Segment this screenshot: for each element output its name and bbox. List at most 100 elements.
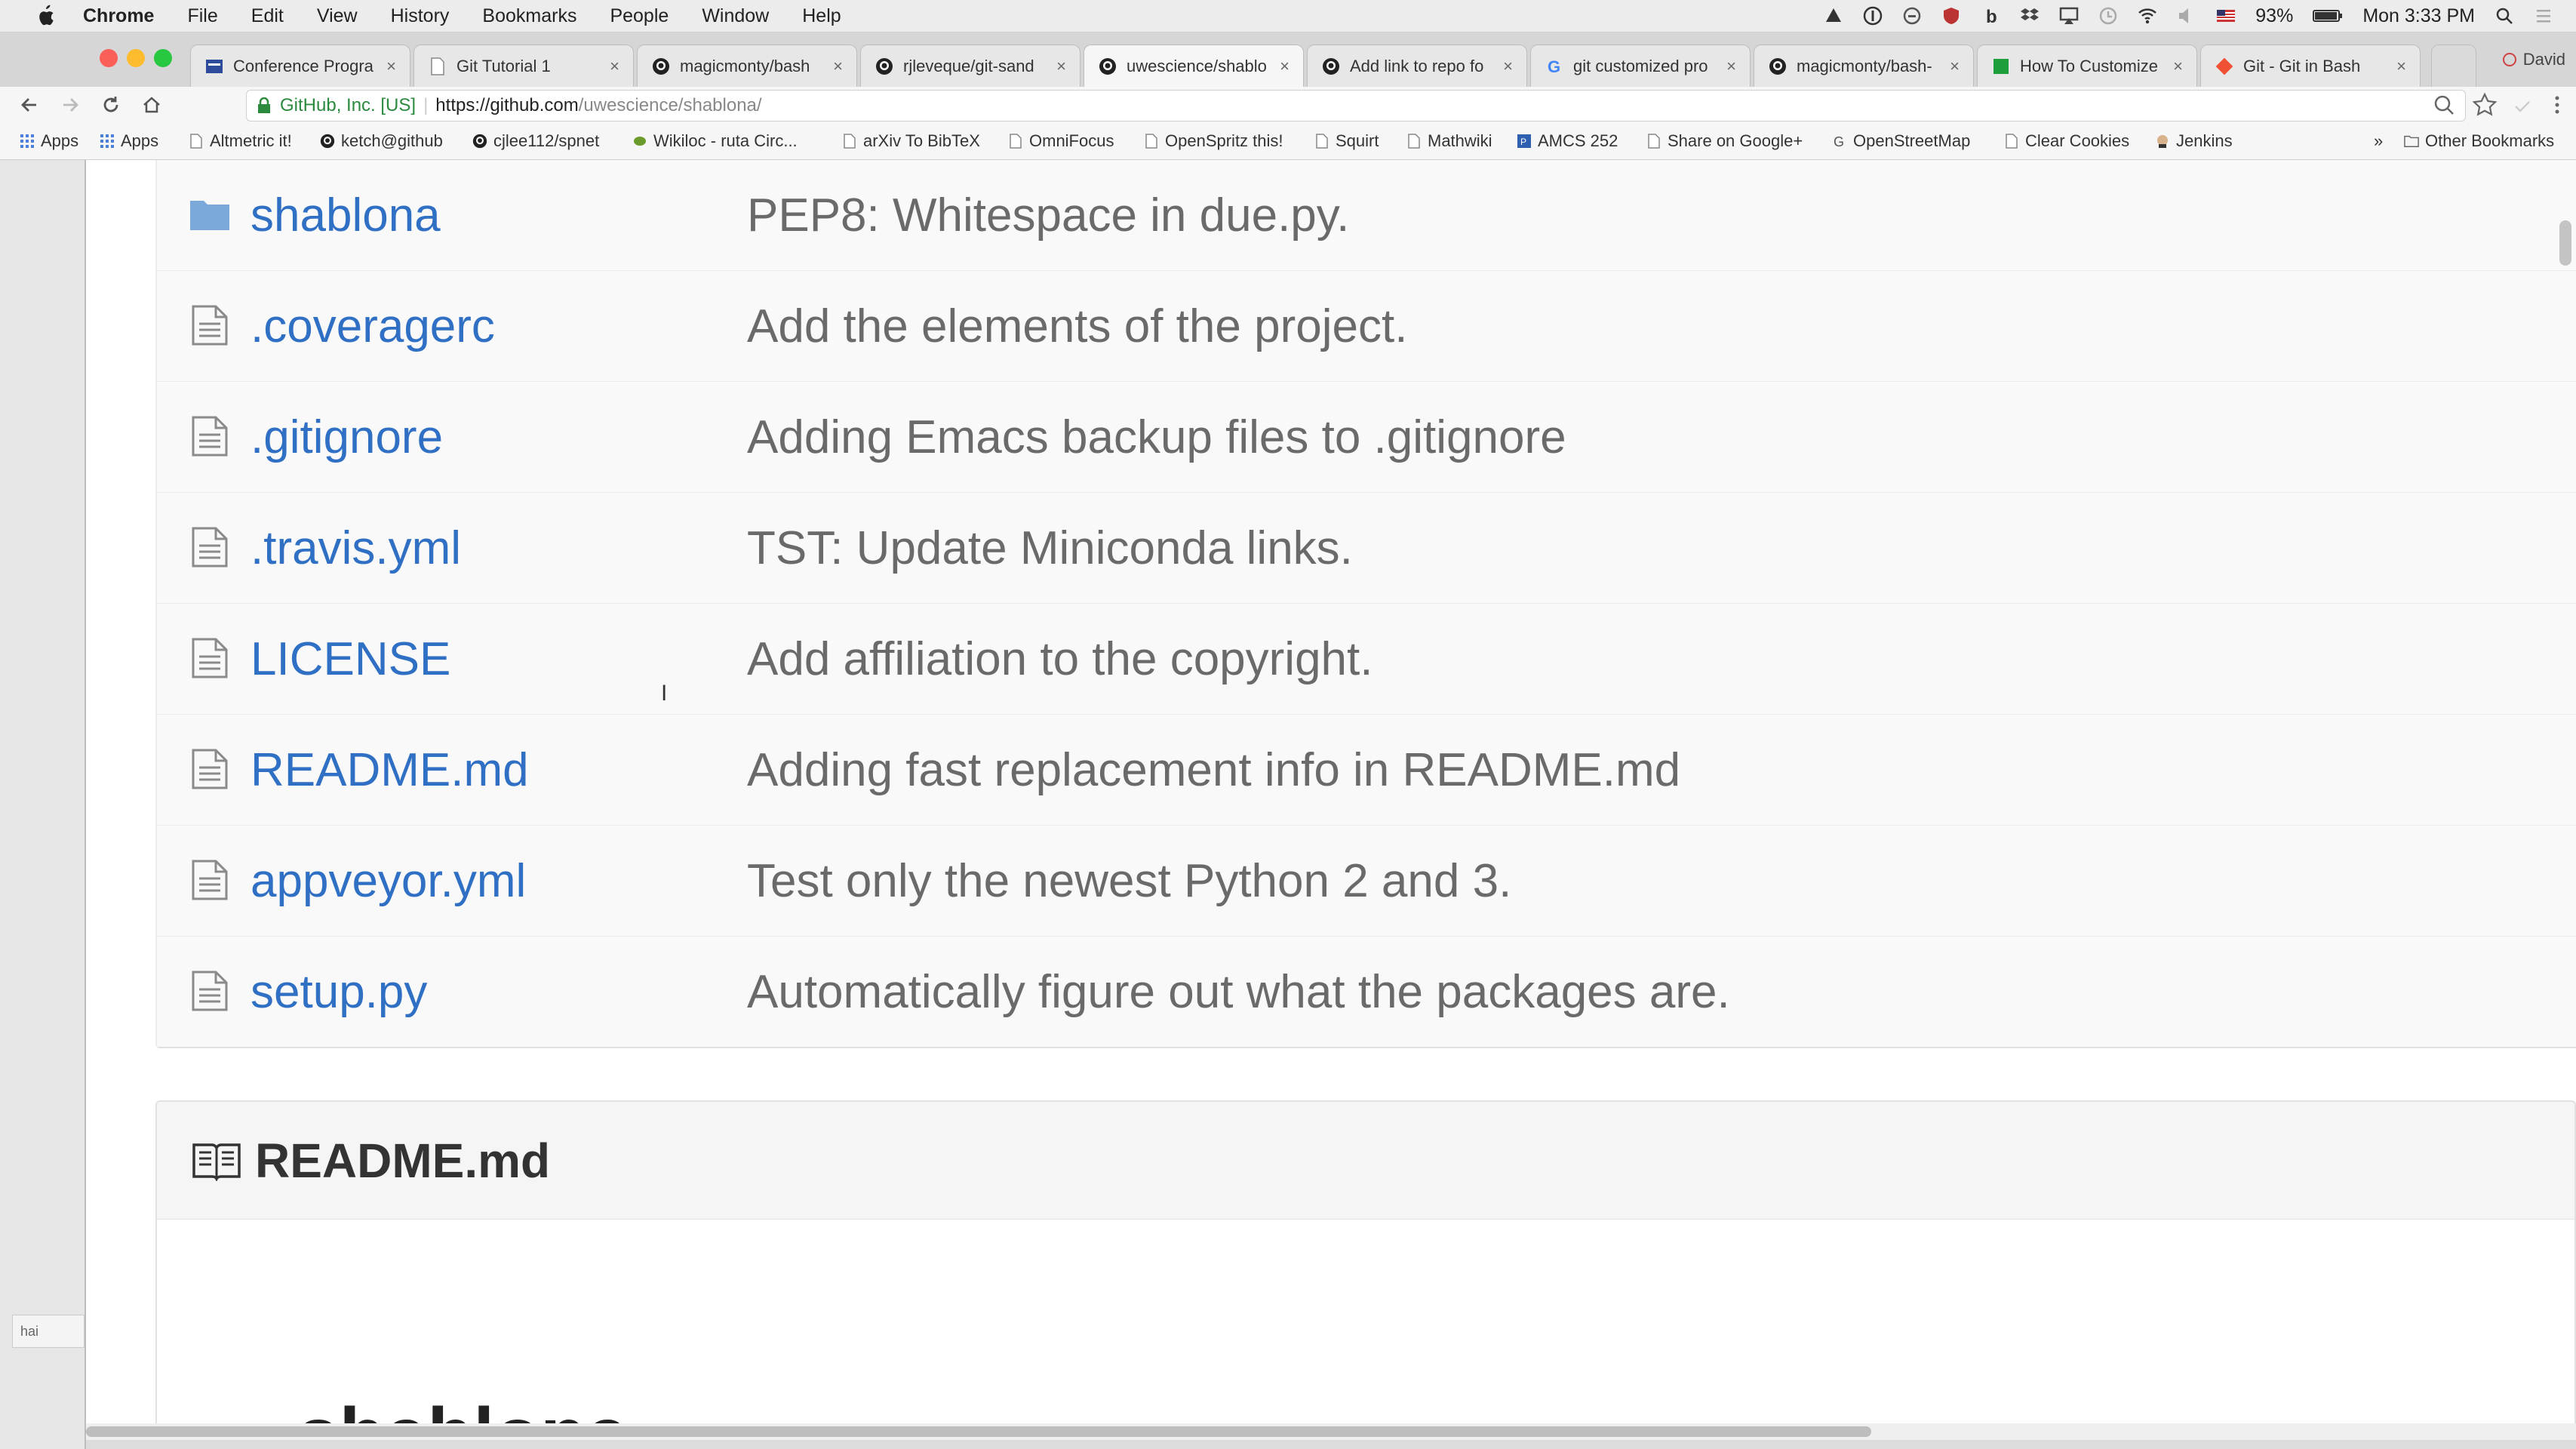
airplay-icon[interactable] (2059, 6, 2079, 26)
file-link[interactable]: .gitignore (251, 411, 443, 464)
file-link[interactable]: setup.py (251, 965, 427, 1019)
menu-bookmarks[interactable]: Bookmarks (482, 5, 576, 27)
commit-message[interactable]: Adding fast replacement info in README.m… (747, 743, 1680, 797)
chrome-menu-icon[interactable] (2552, 94, 2562, 116)
address-bar[interactable]: GitHub, Inc. [US] | https://github.com/u… (246, 90, 2466, 122)
new-tab-button[interactable] (2431, 45, 2476, 87)
menu-view[interactable]: View (317, 5, 358, 27)
menubar-clock[interactable]: Mon 3:33 PM (2362, 5, 2475, 27)
tab-google-search[interactable]: G git customized pro × (1530, 45, 1751, 87)
time-machine-icon[interactable] (2098, 6, 2118, 26)
profile-button[interactable]: David (2502, 43, 2565, 76)
tab-how-to-customize[interactable]: How To Customize × (1977, 45, 2197, 87)
home-icon[interactable] (140, 94, 163, 116)
apple-icon[interactable] (30, 5, 60, 27)
tab-magicmonty-bash[interactable]: magicmonty/bash × (637, 45, 857, 87)
reload-icon[interactable] (100, 94, 122, 116)
tab-conference[interactable]: Conference Progra × (190, 45, 410, 87)
timer-icon[interactable] (1902, 6, 1922, 26)
file-link[interactable]: README.md (251, 743, 529, 797)
bookmark-clear-cookies[interactable]: Clear Cookies (2004, 131, 2129, 152)
menu-file[interactable]: File (187, 5, 217, 27)
file-link[interactable]: LICENSE (251, 632, 450, 686)
menu-history[interactable]: History (391, 5, 450, 27)
bookmark-spnet[interactable]: cjlee112/spnet (472, 131, 599, 152)
tab-close-icon[interactable]: × (1726, 57, 1736, 76)
menu-help[interactable]: Help (802, 5, 841, 27)
us-flag-icon[interactable] (2216, 6, 2236, 26)
horizontal-scrollbar[interactable] (86, 1426, 1871, 1437)
menu-people[interactable]: People (610, 5, 669, 27)
tab-git-in-bash[interactable]: Git - Git in Bash × (2200, 45, 2421, 87)
file-link[interactable]: shablona (251, 189, 441, 242)
drive-icon[interactable] (1824, 6, 1843, 26)
tab-git-sandbox[interactable]: rjleveque/git-sand × (860, 45, 1081, 87)
bookmark-mathwiki[interactable]: Mathwiki (1406, 131, 1492, 152)
spotlight-icon[interactable] (2495, 6, 2514, 26)
bookmark-altmetric[interactable]: Altmetric it! (189, 131, 292, 152)
lock-icon[interactable] (257, 97, 272, 115)
notification-center-icon[interactable] (2534, 6, 2553, 26)
commit-message[interactable]: Adding Emacs backup files to .gitignore (747, 411, 1566, 464)
other-bookmarks-folder[interactable]: Other Bookmarks (2404, 131, 2554, 152)
bookmark-arxiv-bibtex[interactable]: arXiv To BibTeX (842, 131, 980, 152)
zoom-icon[interactable] (2433, 94, 2455, 116)
commit-message[interactable]: PEP8: Whitespace in due.py. (747, 189, 1349, 242)
extension-icon[interactable] (2513, 96, 2532, 115)
window-close-button[interactable] (100, 49, 118, 67)
commit-message[interactable]: TST: Update Miniconda links. (747, 521, 1353, 575)
commit-message[interactable]: Automatically figure out what the packag… (747, 965, 1730, 1019)
wifi-icon[interactable] (2138, 6, 2157, 26)
tab-close-icon[interactable]: × (833, 57, 843, 76)
tab-close-icon[interactable]: × (1056, 57, 1066, 76)
commit-message[interactable]: Add the elements of the project. (747, 300, 1407, 353)
bookmark-squirt[interactable]: Squirt (1314, 131, 1379, 152)
file-link[interactable]: .coveragerc (251, 300, 495, 353)
tab-close-icon[interactable]: × (386, 57, 396, 76)
tab-close-icon[interactable]: × (1950, 57, 1960, 76)
tab-close-icon[interactable]: × (1503, 57, 1513, 76)
commit-message[interactable]: Add affiliation to the copyright. (747, 632, 1373, 686)
battery-icon[interactable] (2313, 6, 2343, 26)
bookmark-wikiloc[interactable]: Wikiloc - ruta Circ... (632, 131, 798, 152)
window-minimize-button[interactable] (127, 49, 145, 67)
back-icon[interactable] (18, 94, 41, 116)
file-link[interactable]: .travis.yml (251, 521, 461, 575)
background-window-chip[interactable]: hai (12, 1315, 85, 1348)
readme-title[interactable]: README.md (255, 1133, 550, 1189)
tab-git-tutorial[interactable]: Git Tutorial 1 × (413, 45, 634, 87)
bookmark-openspritz[interactable]: OpenSpritz this! (1144, 131, 1283, 152)
bookmarks-overflow-button[interactable]: » (2374, 131, 2383, 152)
forward-icon[interactable] (59, 94, 81, 116)
volume-icon[interactable] (2177, 6, 2196, 26)
bookmark-apps-launcher[interactable]: Apps (20, 131, 78, 152)
vertical-scrollbar[interactable] (2559, 220, 2571, 266)
bookmark-apps[interactable]: Apps (100, 131, 158, 152)
bookmark-star-icon[interactable] (2472, 92, 2498, 118)
url-host[interactable]: https://github.com (435, 95, 578, 116)
tab-close-icon[interactable]: × (2173, 57, 2183, 76)
window-zoom-button[interactable] (154, 49, 172, 67)
bookmark-amcs-252[interactable]: P AMCS 252 (1517, 131, 1618, 152)
url-path[interactable]: /uwescience/shablona/ (579, 95, 762, 116)
bookmark-openstreetmap[interactable]: G OpenStreetMap (1832, 131, 1970, 152)
tab-close-icon[interactable]: × (1280, 57, 1290, 76)
b-app-icon[interactable]: b (1981, 6, 2000, 26)
bookmark-ketch-github[interactable]: ketch@github (320, 131, 443, 152)
menu-window[interactable]: Window (702, 5, 769, 27)
bookmark-share-google-plus[interactable]: Share on Google+ (1646, 131, 1803, 152)
commit-message[interactable]: Test only the newest Python 2 and 3. (747, 854, 1511, 908)
shield-icon[interactable] (1941, 6, 1961, 26)
tab-magicmonty-bash-2[interactable]: magicmonty/bash- × (1754, 45, 1974, 87)
file-link[interactable]: appveyor.yml (251, 854, 526, 908)
tab-close-icon[interactable]: × (2396, 57, 2406, 76)
onepassword-icon[interactable] (1863, 6, 1883, 26)
tab-shablona-active[interactable]: uwescience/shablo × (1084, 45, 1304, 87)
menu-edit[interactable]: Edit (251, 5, 284, 27)
bookmark-jenkins[interactable]: Jenkins (2155, 131, 2233, 152)
site-identity[interactable]: GitHub, Inc. [US] (280, 95, 416, 116)
menu-app-chrome[interactable]: Chrome (83, 5, 154, 27)
dropbox-icon[interactable] (2020, 6, 2040, 26)
tab-close-icon[interactable]: × (610, 57, 619, 76)
bookmark-omnifocus[interactable]: OmniFocus (1008, 131, 1114, 152)
